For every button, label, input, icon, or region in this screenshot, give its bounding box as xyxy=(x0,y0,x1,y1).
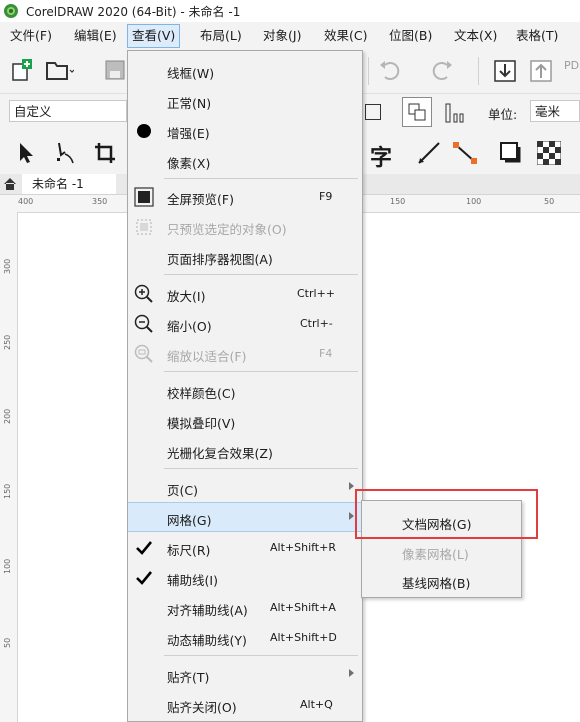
submenu-item-pixel-grid[interactable]: 像素网格(L) xyxy=(362,536,521,566)
full-screen-preview-icon xyxy=(134,187,154,207)
zoom-to-fit-icon xyxy=(134,344,154,364)
menu-item-rasterize-complex-effects[interactable]: 光栅化复合效果(Z) xyxy=(128,436,362,466)
menu-item-zoom-in[interactable]: 放大(I) Ctrl++ xyxy=(128,279,362,309)
home-icon[interactable] xyxy=(3,177,17,194)
submenu-arrow-icon xyxy=(349,512,354,520)
menu-item-preview-selected-only[interactable]: 只预览选定的对象(O) xyxy=(128,212,362,242)
window-title: CorelDRAW 2020 (64-Bit) - 未命名 -1 xyxy=(26,5,241,19)
redo-icon[interactable] xyxy=(426,56,456,86)
import-icon[interactable] xyxy=(490,56,520,86)
vertical-ruler[interactable]: 300 250 200 150 100 50 xyxy=(0,212,18,722)
ruler-label: 150 xyxy=(3,483,12,499)
ruler-label: 100 xyxy=(466,197,482,206)
page-preset-select[interactable]: 自定义 xyxy=(9,100,127,122)
menu-item-alignment-guides[interactable]: 对齐辅助线(A) Alt+Shift+A xyxy=(128,593,362,623)
menu-item-normal[interactable]: 正常(N) xyxy=(128,86,362,116)
ruler-label: 150 xyxy=(390,197,406,206)
ruler-label: 50 xyxy=(544,197,555,206)
menu-item-grid[interactable]: 网格(G) xyxy=(128,502,362,532)
view-menu-dropdown: 线框(W) 正常(N) 增强(E) 像素(X) 全屏预览(F) F9 只预览选定… xyxy=(127,50,363,722)
menu-bitmaps[interactable]: 位图(B) xyxy=(385,27,436,47)
crop-tool-icon[interactable] xyxy=(90,138,120,168)
transparency-tool-icon[interactable] xyxy=(534,138,564,168)
zoom-out-icon xyxy=(134,314,154,334)
units-select[interactable]: 毫米 xyxy=(530,100,580,122)
menu-edit[interactable]: 编辑(E) xyxy=(70,27,121,47)
open-folder-icon[interactable] xyxy=(44,55,74,85)
menu-item-rulers[interactable]: 标尺(R) Alt+Shift+R xyxy=(128,533,362,563)
ruler-label: 250 xyxy=(3,334,12,350)
menu-effects[interactable]: 效果(C) xyxy=(320,27,371,47)
menu-item-proof-colors[interactable]: 校样颜色(C) xyxy=(128,376,362,406)
menu-item-wireframe[interactable]: 线框(W) xyxy=(128,56,362,86)
menu-file[interactable]: 文件(F) xyxy=(6,27,56,47)
units-label: 单位: xyxy=(488,107,518,122)
menu-item-page-sorter-view[interactable]: 页面排序器视图(A) xyxy=(128,242,362,272)
title-bar: CorelDRAW 2020 (64-Bit) - 未命名 -1 xyxy=(0,0,580,22)
ruler-label: 400 xyxy=(18,197,34,206)
selected-dot-icon xyxy=(134,121,154,141)
ruler-label: 200 xyxy=(3,408,12,424)
ruler-label: 50 xyxy=(3,637,12,648)
menu-item-snap-to[interactable]: 贴齐(T) xyxy=(128,660,362,690)
annotation-highlight-box xyxy=(355,489,538,539)
new-document-icon[interactable] xyxy=(6,55,36,85)
checkmark-icon xyxy=(134,568,154,588)
menu-item-page[interactable]: 页(C) xyxy=(128,473,362,503)
menu-view[interactable]: 查看(V) xyxy=(127,24,181,48)
checkmark-icon xyxy=(134,538,154,558)
menu-item-pixels[interactable]: 像素(X) xyxy=(128,146,362,176)
submenu-item-baseline-grid[interactable]: 基线网格(B) xyxy=(362,565,521,595)
coreldraw-logo-icon xyxy=(3,3,19,19)
all-pages-icon[interactable] xyxy=(402,97,432,127)
menu-item-zoom-to-fit[interactable]: 缩放以适合(F) F4 xyxy=(128,339,362,369)
ruler-label: 300 xyxy=(3,258,12,274)
zoom-in-icon xyxy=(134,284,154,304)
preview-selected-icon xyxy=(134,217,154,237)
menu-item-enhanced[interactable]: 增强(E) xyxy=(128,116,362,146)
pick-tool-icon[interactable] xyxy=(10,138,40,168)
menu-item-simulate-overprints[interactable]: 模拟叠印(V) xyxy=(128,406,362,436)
current-page-icon[interactable] xyxy=(440,98,470,128)
menu-item-guidelines[interactable]: 辅助线(I) xyxy=(128,563,362,593)
menu-object[interactable]: 对象(J) xyxy=(259,27,305,47)
menu-item-dynamic-guides[interactable]: 动态辅助线(Y) Alt+Shift+D xyxy=(128,623,362,653)
export-icon[interactable] xyxy=(526,56,556,86)
page-orientation-icon[interactable] xyxy=(365,104,381,120)
document-tab[interactable]: 未命名 -1 xyxy=(22,174,116,194)
ruler-label: 100 xyxy=(3,558,12,574)
menu-item-snap-off[interactable]: 贴齐关闭(O) Alt+Q xyxy=(128,690,362,720)
menu-layout[interactable]: 布局(L) xyxy=(196,27,246,47)
menu-table[interactable]: 表格(T) xyxy=(512,27,562,47)
undo-icon[interactable] xyxy=(376,56,406,86)
connector-tool-icon[interactable] xyxy=(450,138,480,168)
save-icon[interactable] xyxy=(100,55,130,85)
menu-bar: 文件(F) 编辑(E) 查看(V) 布局(L) 对象(J) 效果(C) 位图(B… xyxy=(0,22,580,50)
text-tool-icon[interactable]: 字 xyxy=(370,140,392,172)
menu-item-zoom-out[interactable]: 缩小(O) Ctrl+- xyxy=(128,309,362,339)
dimension-tool-icon[interactable] xyxy=(414,138,444,168)
shape-tool-icon[interactable] xyxy=(50,138,80,168)
menu-item-full-screen-preview[interactable]: 全屏预览(F) F9 xyxy=(128,182,362,212)
drop-shadow-tool-icon[interactable] xyxy=(496,138,526,168)
submenu-arrow-icon xyxy=(349,669,354,677)
menu-text[interactable]: 文本(X) xyxy=(450,27,501,47)
ruler-label: 350 xyxy=(92,197,108,206)
publish-pdf-label[interactable]: PD xyxy=(564,59,579,72)
submenu-arrow-icon xyxy=(349,482,354,490)
